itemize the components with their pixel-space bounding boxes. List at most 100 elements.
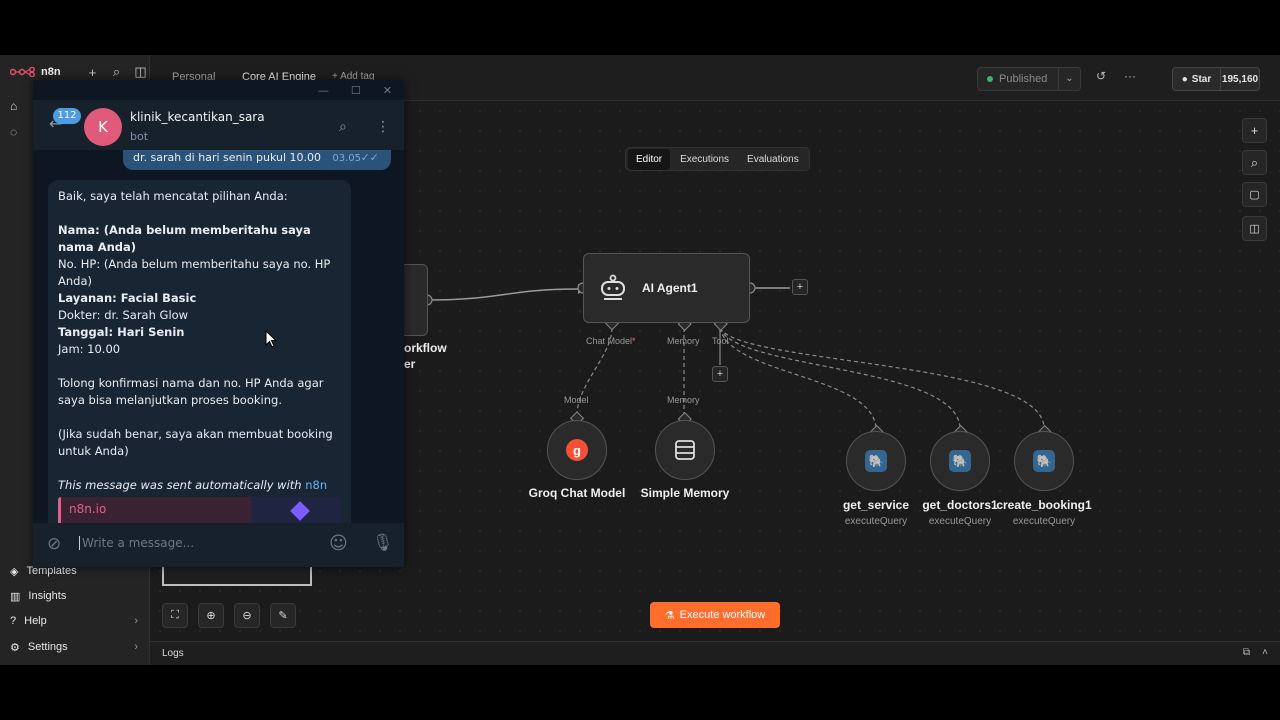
message-text: dr. sarah di hari senin pukul 10.00	[133, 151, 322, 164]
execute-workflow-button[interactable]: ⚗ Execute workflow	[650, 602, 780, 628]
message-line-tanggal: Tanggal: Hari Senin	[58, 325, 185, 339]
microphone-icon[interactable]: 🎙	[372, 533, 394, 553]
postgres-icon: 🐘	[949, 450, 971, 472]
chat-messages[interactable]: dr. sarah di hari senin pukul 10.00 03.0…	[33, 150, 404, 523]
n8n-link[interactable]: n8n	[305, 478, 327, 492]
published-button[interactable]: Published ⌄	[977, 67, 1081, 91]
brand-label: n8n	[41, 66, 61, 78]
add-tool-button[interactable]: +	[712, 366, 728, 382]
help-icon: ?	[10, 615, 17, 627]
read-check-icon: ✓✓	[360, 151, 379, 164]
sidebar-item-label: Settings	[27, 641, 68, 653]
message-line-nama: Nama: (Anda belum memberitahu saya nama …	[58, 223, 311, 254]
sidebar-item-settings[interactable]: ⚙ Settings ›	[0, 636, 150, 658]
n8n-logo-icon	[10, 67, 35, 77]
node-label: create_booking1	[996, 498, 1092, 512]
view-tabs: Editor Executions Evaluations	[625, 147, 810, 171]
message-line-jika: (Jika sudah benar, saya akan membuat boo…	[58, 427, 333, 458]
trigger-node[interactable]	[404, 264, 428, 336]
emoji-icon[interactable]: ☺	[329, 533, 348, 554]
published-label: Published	[999, 73, 1048, 85]
close-icon[interactable]: ✕	[383, 84, 392, 97]
logs-bar[interactable]: Logs ⧉ ˄	[150, 641, 1280, 665]
sidebar-item-help[interactable]: ? Help ›	[0, 610, 150, 632]
hidden-panel-edge	[162, 566, 312, 586]
message-input[interactable]: Write a message...	[79, 536, 194, 550]
required-marker: *	[632, 336, 636, 346]
message-line-layanan: Layanan: Facial Basic	[58, 291, 197, 305]
chat-icon[interactable]: ◌	[10, 125, 17, 139]
zoom-out-button[interactable]: ⊖	[234, 603, 260, 628]
sidebar-toggle-icon[interactable]: ◫	[133, 64, 149, 80]
more-vertical-icon[interactable]: ⋮	[376, 119, 390, 135]
message-time: 03.05	[332, 153, 361, 164]
groq-chat-model-node[interactable]: g	[547, 420, 607, 480]
search-icon[interactable]: ⌕	[109, 64, 125, 80]
chevron-right-icon: ›	[134, 641, 138, 653]
minimize-icon[interactable]: —	[318, 84, 329, 97]
zoom-in-button[interactable]: ⊕	[198, 603, 224, 628]
popout-icon[interactable]: ⧉	[1243, 647, 1250, 658]
get-service-node[interactable]: 🐘	[846, 431, 906, 491]
sidebar-item-label: Insights	[28, 590, 67, 602]
simple-memory-node[interactable]	[655, 420, 715, 480]
n8n-logo[interactable]: n8n	[10, 66, 61, 78]
star-count: 195,160	[1221, 73, 1259, 85]
plus-icon[interactable]: +	[85, 65, 101, 80]
preview-site: n8n.io	[69, 502, 107, 516]
add-output-button[interactable]: +	[792, 279, 808, 295]
more-icon[interactable]: ···	[1124, 69, 1136, 83]
create-booking-node[interactable]: 🐘	[1014, 431, 1074, 491]
home-icon[interactable]: ⌂	[10, 99, 17, 113]
tab-evaluations[interactable]: Evaluations	[739, 149, 807, 170]
ai-agent-node[interactable]: AI Agent1	[583, 253, 750, 323]
message-line: Baik, saya telah mencatat pilihan Anda:	[58, 189, 288, 203]
port-text: Chat Model	[586, 336, 633, 346]
search-nodes-button[interactable]: ⌕	[1242, 150, 1267, 175]
port-label-memory: Memory	[667, 336, 700, 346]
get-doctors-node[interactable]: 🐘	[930, 431, 990, 491]
incoming-message[interactable]: Baik, saya telah mencatat pilihan Anda: …	[48, 180, 351, 523]
fit-view-button[interactable]: ⛶	[162, 603, 188, 628]
sidebar-item-insights[interactable]: ▥ Insights	[0, 585, 150, 607]
unread-badge: 112	[53, 108, 81, 124]
star-label: Star	[1191, 73, 1212, 85]
sticky-note-button[interactable]: ▢	[1242, 182, 1267, 207]
tab-executions[interactable]: Executions	[672, 149, 737, 170]
chat-name[interactable]: klinik_kecantikan_sara	[130, 110, 265, 124]
maximize-icon[interactable]: ☐	[351, 84, 361, 97]
chat-status: bot	[130, 130, 149, 143]
mouse-cursor-icon	[265, 330, 277, 348]
avatar[interactable]: K	[84, 108, 122, 146]
search-icon[interactable]: ⌕	[339, 119, 347, 135]
link-preview[interactable]: n8n.io	[58, 497, 341, 523]
github-star-button[interactable]: ● Star 195,160	[1172, 67, 1260, 91]
tidy-up-button[interactable]: ✎	[270, 603, 296, 628]
auto-note: This message was sent automatically with…	[58, 477, 341, 494]
port-label-model: Model	[564, 395, 589, 405]
trigger-label-line1: orkflow	[404, 341, 447, 355]
window-titlebar: — ☐ ✕	[33, 80, 404, 100]
trigger-label-line2: er	[404, 357, 416, 371]
message-line-dokter: Dokter: dr. Sarah Glow	[58, 308, 189, 322]
panel-toggle-button[interactable]: ◫	[1242, 216, 1267, 241]
history-icon[interactable]: ↺	[1096, 69, 1106, 83]
tab-editor[interactable]: Editor	[628, 148, 671, 170]
chevron-down-icon[interactable]: ⌄	[1058, 68, 1080, 90]
chart-icon: ▥	[10, 590, 21, 603]
port-label-chat-model: Chat Model*	[586, 336, 636, 346]
outgoing-message[interactable]: dr. sarah di hari senin pukul 10.00 03.0…	[123, 150, 391, 170]
chevron-up-icon[interactable]: ˄	[1262, 647, 1268, 658]
template-icon: ◈	[10, 565, 19, 578]
telegram-window: — ☐ ✕ ← 112 K klinik_kecantikan_sara bot…	[33, 80, 404, 567]
add-node-button[interactable]: +	[1242, 118, 1267, 143]
github-icon: ●	[1181, 73, 1188, 85]
status-dot	[987, 76, 993, 82]
attach-icon[interactable]: ⊘	[47, 534, 61, 554]
database-icon	[675, 440, 695, 460]
groq-icon: g	[566, 439, 588, 461]
message-line-konfirmasi: Tolong konfirmasi nama dan no. HP Anda a…	[58, 376, 324, 407]
